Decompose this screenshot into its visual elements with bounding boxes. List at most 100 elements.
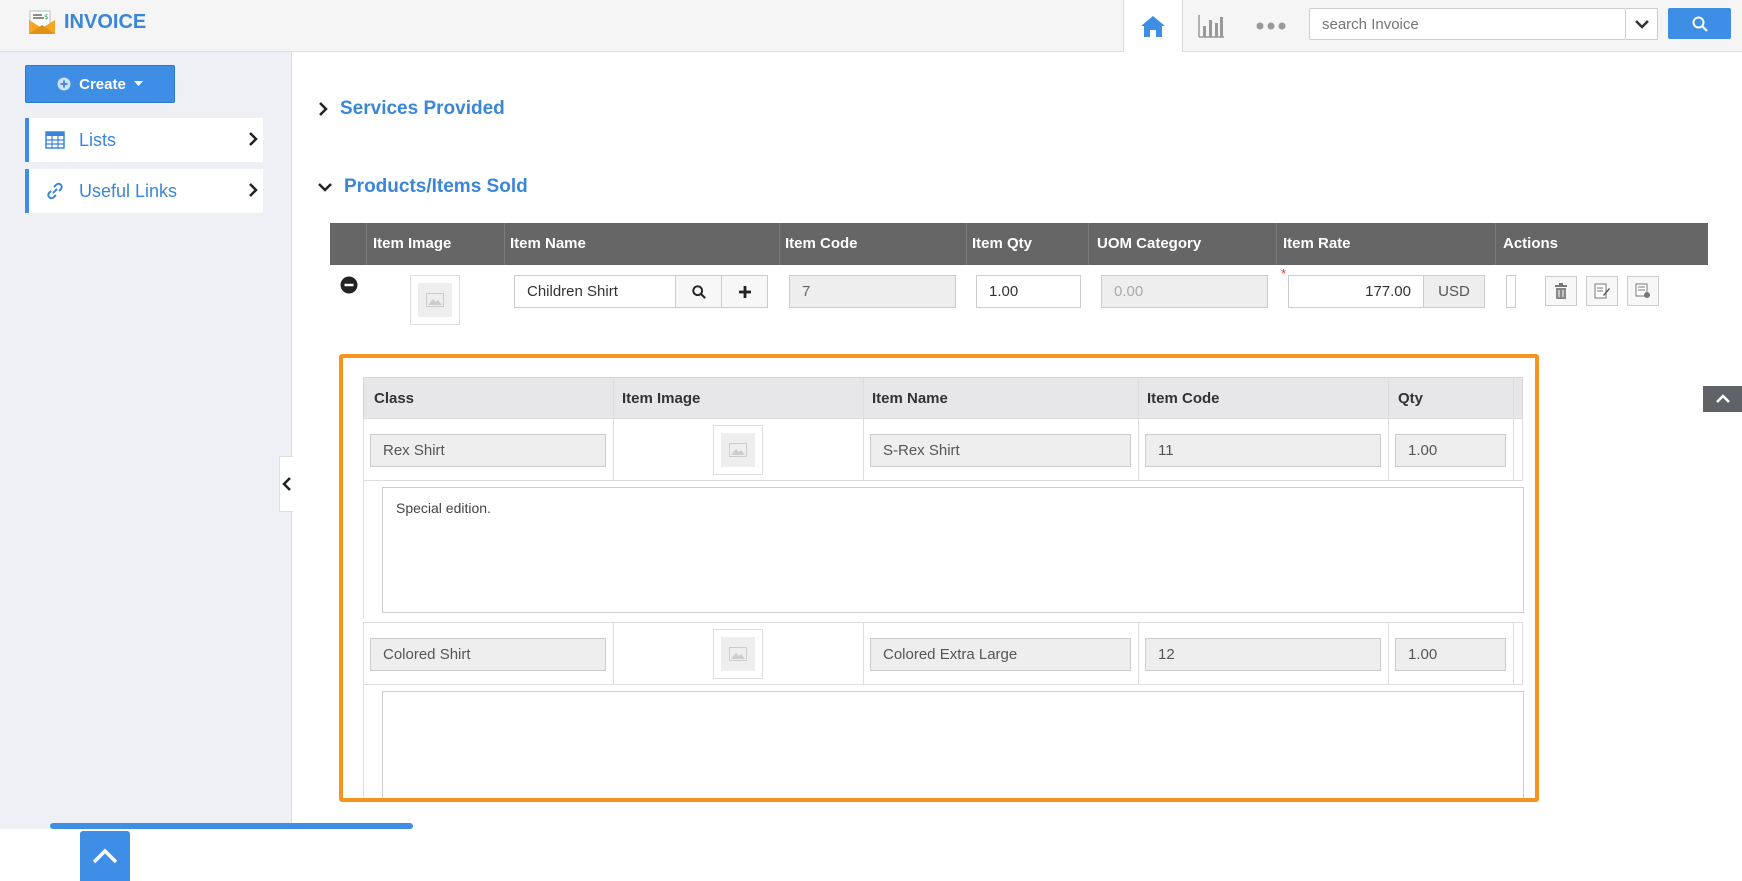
app-title: INVOICE [64,11,147,33]
search-input[interactable] [1309,8,1626,40]
hidden-field-edge [1506,275,1516,308]
table-row: Rex Shirt S-Rex Shirt 11 1.00 [363,418,1523,481]
required-marker: * [1281,266,1287,281]
item-code-field[interactable]: 12 [1145,638,1381,671]
sidebar-item-lists[interactable]: Lists [25,118,263,162]
svg-text:$: $ [44,13,48,21]
plus-circle-icon [57,77,71,91]
notes-textarea[interactable]: Special edition. [382,487,1524,613]
chevron-right-icon [249,183,258,197]
currency-label: USD [1423,275,1485,308]
more-button[interactable] [1241,0,1301,52]
list-settings-icon [1635,283,1650,298]
item-qty-field[interactable]: 1.00 [976,275,1081,308]
section-services-provided[interactable]: Services Provided [318,98,505,120]
column-header-class: Class [374,390,415,407]
search-icon [1692,16,1708,32]
class-field[interactable]: Colored Shirt [370,638,606,671]
notes-row [363,685,1524,798]
reports-button[interactable] [1181,0,1241,52]
notes-textarea[interactable] [382,691,1524,798]
sidebar-item-useful-links[interactable]: Useful Links [25,169,263,213]
item-rate-field[interactable]: 177.00 [1288,275,1424,308]
column-divider [613,419,614,480]
column-header-item-rate: Item Rate [1283,235,1351,252]
section-title: Products/Items Sold [344,176,528,197]
uom-category-field[interactable]: 0.00 [1101,275,1268,308]
scroll-to-top-button[interactable] [80,831,130,881]
item-code-field[interactable]: 11 [1145,434,1381,467]
notes-row: Special edition. [363,481,1524,619]
image-icon [729,443,747,457]
sidebar: Create Lists Useful Links [0,52,413,881]
column-divider [1513,419,1514,480]
create-button-label: Create [79,75,126,93]
invoice-logo-icon: $ [28,9,56,35]
edit-row-button[interactable] [1586,276,1618,306]
create-button[interactable]: Create [25,65,175,103]
column-divider [1276,223,1277,265]
column-header-item-name: Item Name [510,235,586,252]
edit-note-icon [1594,283,1610,299]
column-divider [613,378,614,418]
item-search-button[interactable] [675,275,722,308]
sidebar-item-label: Lists [79,129,117,150]
search-dropdown-button[interactable] [1626,8,1658,40]
remove-row-button[interactable] [340,276,358,298]
sidebar-collapse-toggle[interactable] [279,456,293,512]
table-row: Colored Shirt Colored Extra Large 12 1.0… [363,622,1523,685]
plus-icon [738,285,751,298]
column-header-actions: Actions [1503,235,1559,252]
section-products-items-sold[interactable]: Products/Items Sold [318,176,528,198]
column-divider [504,223,505,265]
item-add-button[interactable] [721,275,768,308]
scroll-top-tab[interactable] [1703,386,1742,412]
column-divider [1513,623,1514,684]
app-header: $ INVOICE [0,0,1742,52]
column-header-item-image: Item Image [622,390,701,407]
column-header-item-name: Item Name [872,390,948,407]
chevron-left-icon [281,477,291,491]
column-divider [1495,223,1496,265]
delete-row-button[interactable] [1545,276,1577,306]
chevron-up-icon [92,848,118,864]
column-divider [1388,419,1389,480]
bar-chart-icon [1198,15,1224,38]
item-image-placeholder[interactable] [713,425,763,475]
column-divider [779,223,780,265]
column-header-item-code: Item Code [785,235,858,252]
column-header-qty: Qty [1398,390,1424,407]
search-button[interactable] [1668,8,1731,39]
home-button[interactable] [1123,0,1183,52]
caret-down-icon [133,81,143,86]
column-divider [1138,623,1139,684]
image-icon [729,647,747,661]
item-image-placeholder[interactable] [713,629,763,679]
highlighted-subitems-panel: Class Item Image Item Name Item Code Qty… [339,354,1539,802]
home-icon [1141,16,1165,37]
column-divider [863,623,864,684]
column-divider [613,623,614,684]
column-divider [1388,378,1389,418]
item-name-field[interactable]: Colored Extra Large [870,638,1131,671]
more-dots-icon [1256,22,1286,30]
class-field[interactable]: Rex Shirt [370,434,606,467]
search-icon [691,284,706,299]
item-image-placeholder[interactable] [410,275,460,325]
column-divider [863,419,864,480]
row-details-button[interactable] [1627,276,1659,306]
chevron-right-icon [249,132,258,146]
column-divider [1088,223,1089,265]
column-header-uom-category: UOM Category [1097,235,1202,252]
chevron-up-icon [1715,394,1730,403]
trash-icon [1555,283,1567,299]
item-name-field[interactable]: Children Shirt [514,275,676,308]
column-divider [966,223,967,265]
qty-field[interactable]: 1.00 [1395,638,1506,671]
chevron-right-icon [319,102,328,116]
item-name-field[interactable]: S-Rex Shirt [870,434,1131,467]
qty-field[interactable]: 1.00 [1395,434,1506,467]
minus-circle-icon [340,276,358,294]
column-header-item-image: Item Image [373,235,452,252]
sidebar-item-label: Useful Links [79,180,178,201]
